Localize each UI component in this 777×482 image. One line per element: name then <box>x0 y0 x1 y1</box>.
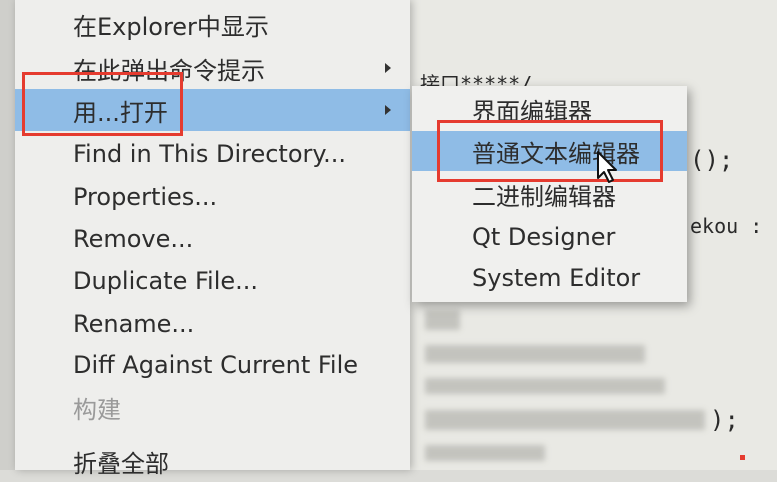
menu-item-collapse-all[interactable]: 折叠全部 <box>15 440 410 482</box>
menu-item-label: Remove... <box>73 225 194 253</box>
menu-item-label: Rename... <box>73 310 195 338</box>
submenu-item-qt-designer[interactable]: Qt Designer <box>412 217 687 257</box>
menu-item-label: 折叠全部 <box>73 449 169 478</box>
menu-item-diff-against-current-file[interactable]: Diff Against Current File <box>15 344 410 386</box>
open-with-submenu: 界面编辑器 普通文本编辑器 二进制编辑器 Qt Designer System … <box>412 86 687 302</box>
menu-item-duplicate-file[interactable]: Duplicate File... <box>15 260 410 302</box>
code-line-call: (); <box>690 146 734 174</box>
menu-item-label: 构建 <box>73 395 121 424</box>
submenu-item-label: Qt Designer <box>472 223 616 251</box>
menu-item-label: Diff Against Current File <box>73 351 359 379</box>
left-panel-edge <box>0 0 16 470</box>
menu-item-label: Properties... <box>73 183 218 211</box>
menu-item-show-in-explorer[interactable]: 在Explorer中显示 <box>15 3 410 45</box>
blurred-code <box>425 378 665 394</box>
submenu-arrow-icon <box>385 63 391 73</box>
submenu-arrow-icon <box>385 105 391 115</box>
mouse-cursor-icon <box>597 151 617 183</box>
blurred-code <box>425 345 645 363</box>
code-line-end: ); <box>710 406 739 434</box>
blurred-code <box>425 445 545 461</box>
menu-item-build: 构建 <box>15 386 410 428</box>
menu-item-properties[interactable]: Properties... <box>15 176 410 218</box>
menu-item-label: Find in This Directory... <box>73 140 347 168</box>
annotation-box-open-with <box>22 72 183 136</box>
blurred-code <box>425 410 705 430</box>
red-marker <box>740 455 745 460</box>
submenu-item-label: System Editor <box>472 264 641 292</box>
code-line-label: ekou : <box>690 214 763 238</box>
menu-item-remove[interactable]: Remove... <box>15 218 410 260</box>
submenu-item-system-editor[interactable]: System Editor <box>412 258 687 298</box>
annotation-box-plain-text-editor <box>437 120 663 182</box>
menu-item-label: 在Explorer中显示 <box>73 12 269 41</box>
menu-item-label: Duplicate File... <box>73 267 259 295</box>
menu-item-find-in-directory[interactable]: Find in This Directory... <box>15 133 410 175</box>
menu-item-rename[interactable]: Rename... <box>15 303 410 345</box>
blurred-code <box>425 310 460 330</box>
context-menu: 在Explorer中显示 在此弹出命令提示 用...打开 Find in Thi… <box>15 0 410 478</box>
